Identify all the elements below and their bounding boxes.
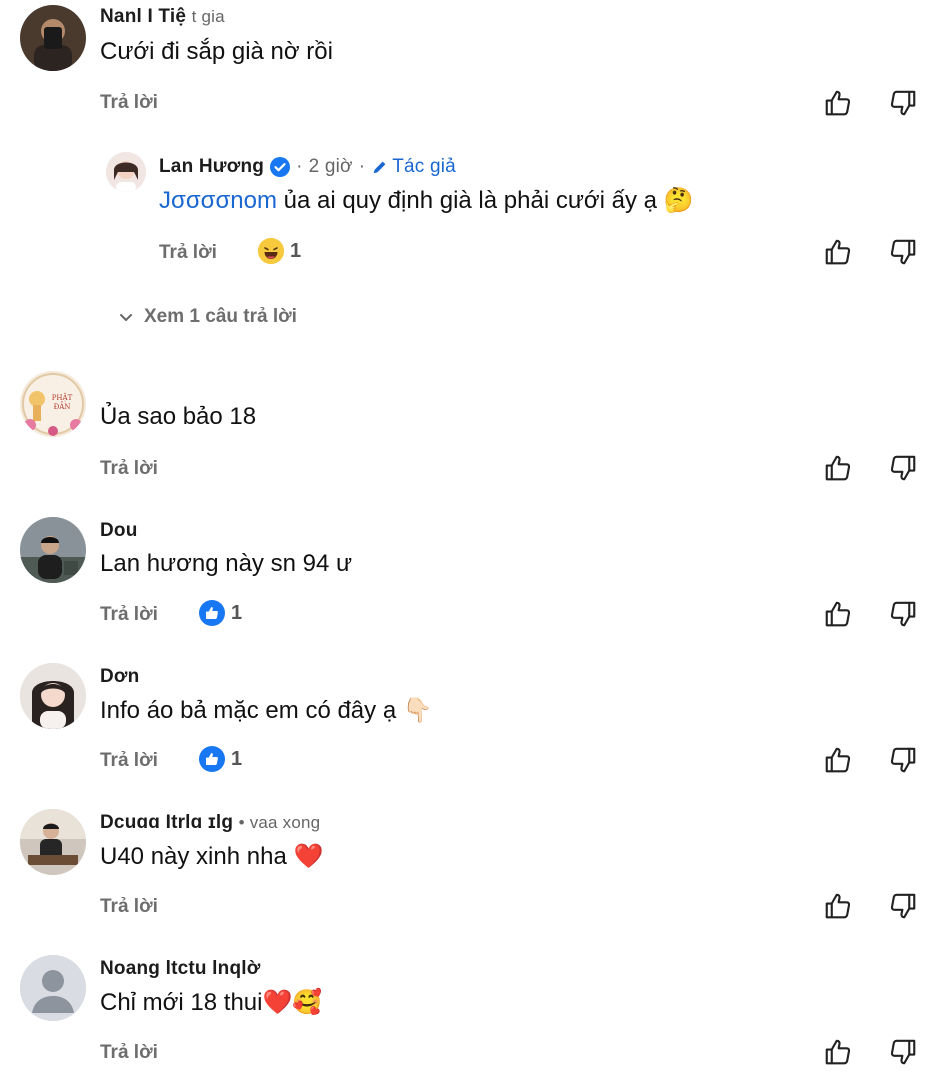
reaction-summary[interactable]: 1: [199, 746, 242, 772]
comment-text: Ủa sao bảo 18: [100, 403, 257, 430]
reply-button[interactable]: Trả lời: [100, 458, 158, 480]
thumbs-up-icon[interactable]: [823, 891, 853, 921]
avatar[interactable]: [106, 152, 146, 192]
avatar[interactable]: PHẬT ĐẢN: [20, 371, 86, 437]
like-reaction-icon: [199, 746, 225, 772]
thumbs-up-icon[interactable]: [823, 1037, 853, 1067]
thinking-emoji: 🤔: [663, 186, 694, 214]
comment-text: Info áo bả mặc em có đây ạ 👇🏻: [100, 696, 433, 724]
avatar[interactable]: [20, 663, 86, 729]
commenter-name[interactable]: Dcuɑɑ Itrlɑ ɪlg • vaa xong: [100, 812, 320, 834]
pointing-down-emoji: 👇🏻: [402, 696, 433, 724]
avatar[interactable]: [20, 517, 86, 583]
comment-time: 2 giờ: [308, 156, 353, 177]
heart-smiling-emoji: ❤️🥰: [262, 988, 323, 1016]
thumbs-up-icon[interactable]: [823, 745, 853, 775]
reaction-count: 1: [231, 601, 243, 624]
view-replies-button[interactable]: Xem 1 câu trả lời: [118, 306, 297, 328]
reaction-count: 1: [231, 747, 243, 770]
view-replies-label: Xem 1 câu trả lời: [144, 306, 297, 327]
commenter-name[interactable]: Nanl I Tiệ t gia: [100, 6, 225, 28]
thumbs-down-icon[interactable]: [888, 88, 918, 118]
pencil-icon: [373, 161, 386, 174]
svg-text:ĐẢN: ĐẢN: [54, 401, 71, 411]
comment-text: Cưới đi sắp già nờ rồi: [100, 38, 333, 65]
verified-badge-icon: [270, 157, 291, 177]
thumbs-down-icon[interactable]: [888, 745, 918, 775]
thumbs-down-icon[interactable]: [888, 599, 918, 629]
thumbs-down-icon[interactable]: [888, 453, 918, 483]
thumbs-up-icon[interactable]: [823, 453, 853, 483]
laughing-emoji-icon: [258, 238, 284, 264]
author-tag: Tác giả: [371, 156, 456, 178]
reply-button[interactable]: Trả lời: [159, 242, 217, 264]
reply-button[interactable]: Trả lời: [100, 1042, 158, 1064]
commenter-name[interactable]: Lan Hương · 2 giờ · Tác giả: [159, 156, 456, 178]
thumbs-up-icon[interactable]: [823, 237, 853, 267]
reply-button[interactable]: Trả lời: [100, 750, 158, 772]
comment-text: Jσσσσnom ủa ai quy định già là phải cưới…: [159, 186, 694, 214]
mention-link[interactable]: Jσσσσnom: [159, 187, 277, 214]
heart-emoji: ❤️: [293, 842, 324, 870]
comment-text: Chỉ mới 18 thui❤️🥰: [100, 988, 323, 1016]
reply-button[interactable]: Trả lời: [100, 604, 158, 626]
thumbs-down-icon[interactable]: [888, 237, 918, 267]
thumbs-down-icon[interactable]: [888, 891, 918, 921]
commenter-name[interactable]: Noang ltctu lnqlờ: [100, 958, 260, 980]
thumbs-up-icon[interactable]: [823, 599, 853, 629]
commenter-name[interactable]: Dou: [100, 520, 138, 542]
svg-text:PHẬT: PHẬT: [52, 393, 73, 402]
reply-button[interactable]: Trả lời: [100, 896, 158, 918]
avatar[interactable]: [20, 809, 86, 875]
reply-button[interactable]: Trả lời: [100, 92, 158, 114]
reaction-summary[interactable]: 1: [199, 600, 242, 626]
comment-text: U40 này xinh nha ❤️: [100, 842, 324, 870]
name-extra: t gia: [191, 7, 225, 26]
reaction-summary[interactable]: 1: [258, 238, 301, 264]
author-name[interactable]: Lan Hương: [159, 156, 264, 178]
like-reaction-icon: [199, 600, 225, 626]
thumbs-down-icon[interactable]: [888, 1037, 918, 1067]
avatar-placeholder[interactable]: [20, 955, 86, 1021]
thumbs-up-icon[interactable]: [823, 88, 853, 118]
comment-text: Lan hương này sn 94 ư: [100, 550, 353, 577]
commenter-name[interactable]: Dơn: [100, 666, 139, 688]
name-extra: • vaa xong: [238, 813, 321, 832]
chevron-down-icon: [120, 314, 132, 321]
avatar[interactable]: [20, 5, 86, 71]
reaction-count: 1: [290, 239, 302, 262]
